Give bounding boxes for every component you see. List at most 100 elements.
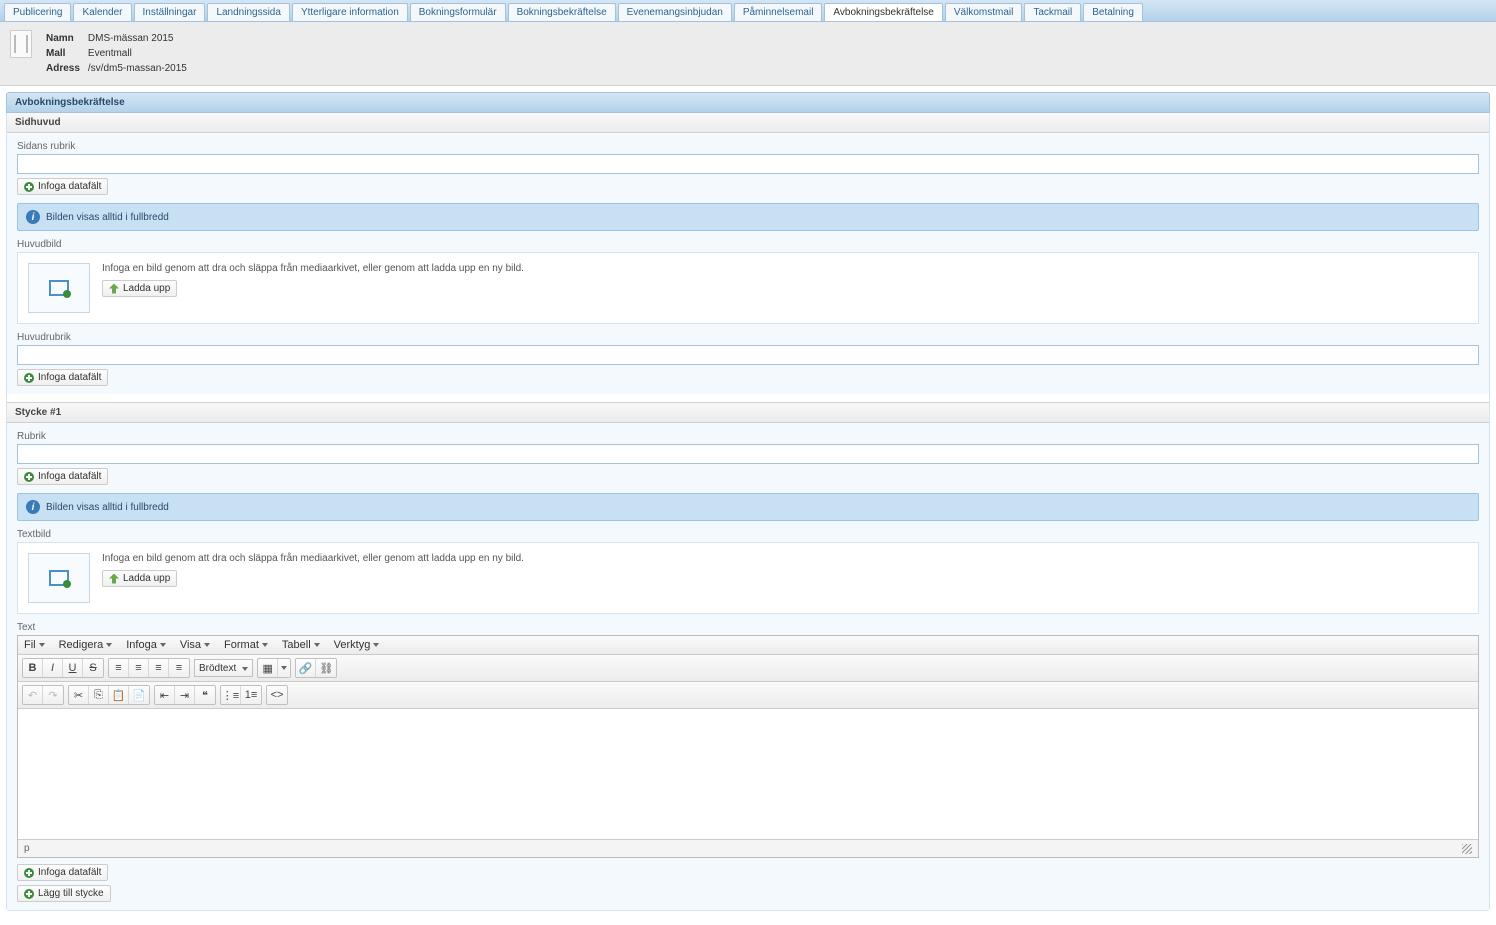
tab-avbokningsbekraftelse[interactable]: Avbokningsbekräftelse: [824, 3, 942, 21]
info-header: NamnDMS-mässan 2015 MallEventmall Adress…: [0, 22, 1496, 86]
underline-button[interactable]: U: [63, 659, 83, 677]
upload-label: Ladda upp: [123, 283, 170, 294]
tab-kalender[interactable]: Kalender: [73, 3, 131, 21]
tab-betalning[interactable]: Betalning: [1083, 3, 1143, 21]
infoga-datafalt-button[interactable]: Infoga datafält: [17, 178, 108, 195]
info-table: NamnDMS-mässan 2015 MallEventmall Adress…: [44, 30, 195, 77]
tab-ytterligare-info[interactable]: Ytterligare information: [292, 3, 408, 21]
menu-infoga[interactable]: Infoga: [126, 639, 166, 651]
textbild-upload-button[interactable]: Ladda upp: [102, 570, 177, 587]
info-icon: i: [26, 210, 40, 224]
group-body-stycke: Rubrik Infoga datafält i Bilden visas al…: [7, 423, 1489, 910]
blockquote-button[interactable]: ❝: [195, 686, 215, 704]
tab-paminnelsemail[interactable]: Påminnelsemail: [734, 3, 823, 21]
tab-bar: Publicering Kalender Inställningar Landn…: [0, 0, 1496, 22]
huvudbild-label: Huvudbild: [17, 239, 1479, 250]
menu-format[interactable]: Format: [224, 639, 268, 651]
menu-redigera[interactable]: Redigera: [59, 639, 113, 651]
cut-button[interactable]: ✂: [69, 686, 89, 704]
caret-icon: [106, 643, 112, 647]
infoga-datafalt-label: Infoga datafält: [38, 181, 101, 192]
bullet-list-button[interactable]: ⋮≡: [221, 686, 241, 704]
editor-path: p: [24, 843, 30, 854]
huvudrubrik-label: Huvudrubrik: [17, 332, 1479, 343]
caret-icon: [281, 666, 287, 670]
align-center-button[interactable]: ≡: [129, 659, 149, 677]
indent-button[interactable]: ⇥: [175, 686, 195, 704]
caret-icon: [314, 643, 320, 647]
link-button[interactable]: 🔗: [296, 659, 316, 677]
caret-icon: [262, 643, 268, 647]
resize-handle[interactable]: [1462, 844, 1472, 854]
menu-visa[interactable]: Visa: [180, 639, 210, 651]
editor-toolbar-2: ↶ ↷ ✂ ⎘ 📋 📄 ⇤ ⇥ ❝ ⋮≡: [18, 682, 1478, 709]
redo-button[interactable]: ↷: [43, 686, 63, 704]
sidans-rubrik-input[interactable]: [17, 154, 1479, 174]
tab-publicering[interactable]: Publicering: [4, 3, 71, 21]
align-right-button[interactable]: ≡: [149, 659, 169, 677]
bold-button[interactable]: B: [23, 659, 43, 677]
info-mall-label: Mall: [46, 47, 86, 60]
info-icon: i: [26, 500, 40, 514]
infoga-datafalt-button-4[interactable]: Infoga datafält: [17, 864, 108, 881]
info-adress-label: Adress: [46, 62, 86, 75]
infoga-datafalt-label: Infoga datafält: [38, 867, 101, 878]
caret-icon: [160, 643, 166, 647]
info-bar-stycke: i Bilden visas alltid i fullbredd: [17, 493, 1479, 521]
lagg-till-stycke-button[interactable]: Lägg till stycke: [17, 885, 111, 902]
paste-button[interactable]: 📋: [109, 686, 129, 704]
caret-icon: [39, 643, 45, 647]
info-name-label: Namn: [46, 32, 86, 45]
huvudrubrik-input[interactable]: [17, 345, 1479, 365]
format-select[interactable]: Brödtext: [194, 659, 253, 677]
huvudbild-help: Infoga en bild genom att dra och släppa …: [102, 263, 524, 274]
tab-valkomstmail[interactable]: Välkomstmail: [945, 3, 1022, 21]
editor-content[interactable]: [18, 709, 1478, 839]
textbild-help: Infoga en bild genom att dra och släppa …: [102, 553, 524, 564]
infoga-datafalt-label: Infoga datafält: [38, 372, 101, 383]
tab-landningssida[interactable]: Landningssida: [207, 3, 290, 21]
tab-bokningsformular[interactable]: Bokningsformulär: [410, 3, 506, 21]
source-code-button[interactable]: <>: [267, 686, 287, 704]
paste-text-button[interactable]: 📄: [129, 686, 149, 704]
editor-statusbar: p: [18, 839, 1478, 857]
stycke-rubrik-input[interactable]: [17, 444, 1479, 464]
number-list-button[interactable]: 1≡: [241, 686, 261, 704]
textbild-label: Textbild: [17, 529, 1479, 540]
group-header-stycke: Stycke #1: [7, 402, 1489, 423]
textbild-box: Infoga en bild genom att dra och släppa …: [17, 542, 1479, 614]
italic-button[interactable]: I: [43, 659, 63, 677]
tab-installningar[interactable]: Inställningar: [134, 3, 206, 21]
plus-icon: [24, 472, 34, 482]
huvudbild-dropzone[interactable]: [28, 263, 90, 313]
table-dropdown[interactable]: [278, 659, 290, 677]
infoga-datafalt-button-3[interactable]: Infoga datafält: [17, 468, 108, 485]
strikethrough-button[interactable]: S: [83, 659, 103, 677]
tab-tackmail[interactable]: Tackmail: [1024, 3, 1081, 21]
tab-bokningsbekraftelse[interactable]: Bokningsbekräftelse: [508, 3, 616, 21]
tab-evenemangsinbjudan[interactable]: Evenemangsinbjudan: [618, 3, 732, 21]
rich-text-editor: Fil Redigera Infoga Visa Format Tabell V…: [17, 635, 1479, 858]
textbild-dropzone[interactable]: [28, 553, 90, 603]
page-icon: [10, 30, 32, 58]
huvudbild-upload-button[interactable]: Ladda upp: [102, 280, 177, 297]
plus-icon: [24, 889, 34, 899]
outdent-button[interactable]: ⇤: [155, 686, 175, 704]
align-justify-button[interactable]: ≡: [169, 659, 189, 677]
caret-icon: [204, 643, 210, 647]
infoga-datafalt-button-2[interactable]: Infoga datafält: [17, 369, 108, 386]
menu-tabell[interactable]: Tabell: [282, 639, 320, 651]
undo-button[interactable]: ↶: [23, 686, 43, 704]
plus-icon: [24, 182, 34, 192]
editor-toolbar-1: B I U S ≡ ≡ ≡ ≡ Brödtext ▦: [18, 655, 1478, 682]
text-label: Text: [17, 622, 1479, 633]
info-mall-value: Eventmall: [88, 47, 193, 60]
copy-button[interactable]: ⎘: [89, 686, 109, 704]
align-left-button[interactable]: ≡: [109, 659, 129, 677]
menu-verktyg[interactable]: Verktyg: [334, 639, 380, 651]
caret-icon: [242, 667, 248, 671]
upload-label: Ladda upp: [123, 573, 170, 584]
table-button[interactable]: ▦: [258, 659, 278, 677]
menu-fil[interactable]: Fil: [24, 639, 45, 651]
unlink-button[interactable]: ⛓: [316, 659, 336, 677]
